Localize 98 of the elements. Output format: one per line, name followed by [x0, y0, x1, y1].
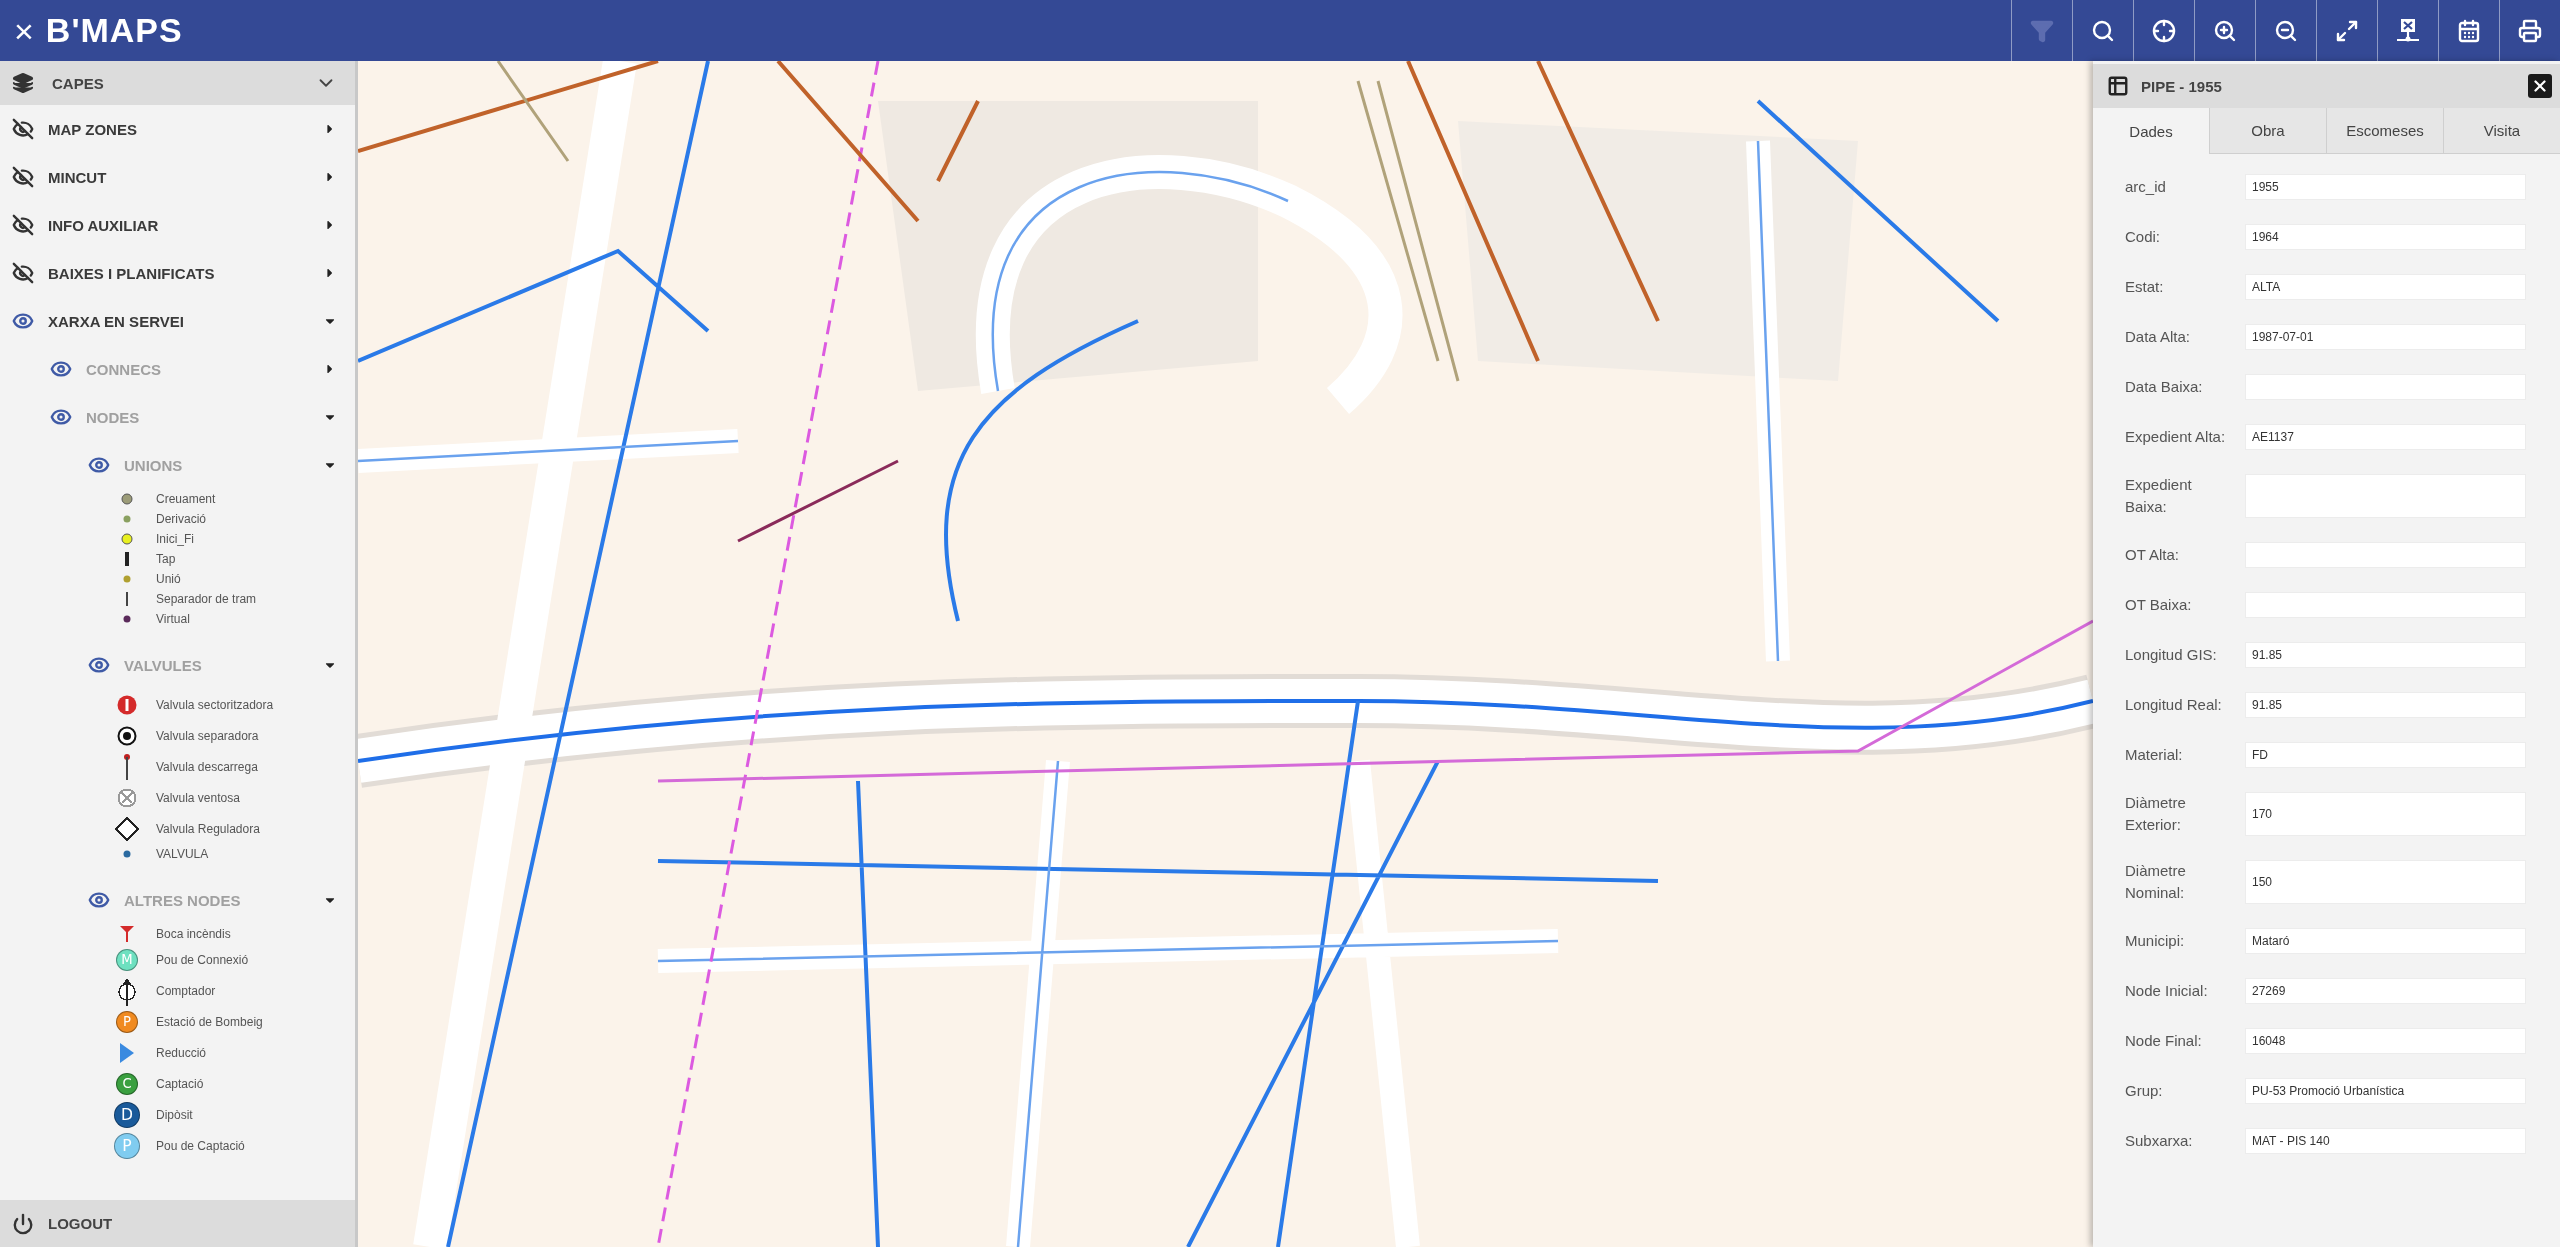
input-field[interactable]: 150: [2245, 860, 2526, 904]
input-field[interactable]: 1964: [2245, 224, 2526, 250]
input-field[interactable]: 27269: [2245, 978, 2526, 1004]
logout-button[interactable]: LOGOUT: [0, 1200, 355, 1247]
letter-circle-icon: M: [116, 948, 138, 971]
tab[interactable]: Dades: [2093, 108, 2209, 154]
legend-label: Dipòsit: [156, 1107, 193, 1122]
section-header[interactable]: CAPES: [0, 61, 355, 105]
input-field[interactable]: 1955: [2245, 174, 2526, 200]
field-label: Grup:: [2125, 1081, 2164, 1101]
letter-circle-icon: C: [116, 1072, 138, 1095]
legend-label: Unió: [156, 572, 181, 586]
field-label: Diàmetre Nominal:: [2125, 861, 2187, 903]
field-label: Codi:: [2125, 227, 2162, 247]
eye-icon[interactable]: [88, 889, 110, 911]
logo: B'MAPS: [45, 11, 183, 50]
legend-label: Separador de tram: [156, 592, 257, 606]
layers-icon: [12, 72, 34, 94]
legend-label: VALVULA: [156, 847, 209, 861]
legend-label: Derivació: [156, 512, 206, 526]
legend-label: Pou de Captació: [156, 1138, 245, 1153]
calendar-icon: [2457, 18, 2481, 43]
legend-label: Creuament: [156, 492, 216, 506]
eye-icon[interactable]: [88, 654, 110, 676]
input-field[interactable]: 170: [2245, 792, 2526, 836]
input-field[interactable]: AE1137: [2245, 424, 2526, 450]
layer-row[interactable]: BAIXES I PLANIFICATS: [0, 249, 355, 297]
table-icon: [2107, 75, 2129, 97]
layer-row[interactable]: MINCUT: [0, 153, 355, 201]
legend-label: Comptador: [156, 983, 216, 998]
letter-circle-icon: P: [116, 1010, 138, 1033]
field-label: Data Alta:: [2125, 327, 2192, 347]
legend-label: Valvula ventosa: [156, 790, 240, 805]
search-icon: [2091, 18, 2115, 43]
legend-label: Valvula Reguladora: [156, 821, 260, 836]
legend-label: Estació de Bombeig: [156, 1014, 263, 1029]
panel-title: PIPE - 1955: [2141, 77, 2223, 95]
crosshair-icon: [2152, 18, 2176, 43]
eye-off-icon[interactable]: [12, 118, 34, 140]
input-field[interactable]: 1987-07-01: [2245, 324, 2526, 350]
tab[interactable]: Escomeses: [2326, 108, 2443, 154]
field-label: Data Baixa:: [2125, 377, 2204, 397]
input-field[interactable]: FD: [2245, 742, 2526, 768]
legend-label: Virtual: [156, 612, 190, 626]
eye-icon[interactable]: [50, 358, 72, 380]
input-field[interactable]: Mataró: [2245, 928, 2526, 954]
expand-arrows-icon: [2335, 18, 2359, 43]
layer-row[interactable]: INFO AUXILIAR: [0, 201, 355, 249]
input-field[interactable]: ALTA: [2245, 274, 2526, 300]
field-label: Expedient Alta:: [2125, 427, 2227, 447]
field-label: Estat:: [2125, 277, 2165, 297]
eye-off-icon[interactable]: [12, 214, 34, 236]
letter-circle-icon: D: [114, 1101, 140, 1128]
printer-icon: [2518, 18, 2542, 43]
input-field[interactable]: PU-53 Promoció Urbanística: [2245, 1078, 2526, 1104]
layer-row[interactable]: MAP ZONES: [0, 105, 355, 153]
legend-label: Valvula separadora: [156, 728, 259, 743]
eye-off-icon[interactable]: [12, 262, 34, 284]
eye-icon[interactable]: [50, 406, 72, 428]
field-label: Node Final:: [2125, 1031, 2203, 1051]
input-field[interactable]: 16048: [2245, 1028, 2526, 1054]
filter-icon: [2030, 18, 2054, 43]
field-label: Diàmetre Exterior:: [2125, 793, 2187, 835]
power-icon: [12, 1212, 34, 1235]
letter-circle-icon: P: [114, 1132, 140, 1159]
legend-label: Boca incèndis: [156, 927, 231, 941]
legend-label: Captació: [156, 1076, 204, 1091]
tab[interactable]: Obra: [2209, 108, 2326, 154]
field-label: Material:: [2125, 745, 2184, 765]
field-label: Expedient Baixa:: [2125, 475, 2193, 517]
legend-label: Reducció: [156, 1045, 207, 1060]
field-label: Longitud Real:: [2125, 695, 2223, 715]
network-monitor-icon: [2395, 17, 2421, 44]
zoom-out-icon: [2274, 18, 2298, 43]
eye-icon[interactable]: [12, 310, 34, 332]
legend-label: Valvula sectoritzadora: [156, 697, 274, 712]
input-field[interactable]: MAT - PIS 140: [2245, 1128, 2526, 1154]
field-label: Node Inicial:: [2125, 981, 2209, 1001]
field-label: OT Baixa:: [2125, 595, 2193, 615]
legend-label: Valvula descarrega: [156, 759, 258, 774]
field-label: Longitud GIS:: [2125, 645, 2218, 665]
legend-label: Inici_Fi: [156, 532, 194, 546]
field-label: OT Alta:: [2125, 545, 2180, 565]
field-label: Municipi:: [2125, 931, 2186, 951]
legend-label: Tap: [156, 552, 176, 566]
close-icon: [2531, 77, 2549, 95]
close-button[interactable]: [2528, 74, 2552, 98]
close-button[interactable]: ×: [14, 13, 34, 48]
field-label: Subxarxa:: [2125, 1131, 2194, 1151]
eye-off-icon[interactable]: [12, 166, 34, 188]
layer-row[interactable]: XARXA EN SERVEI: [0, 297, 355, 345]
tab[interactable]: Visita: [2443, 108, 2560, 154]
eye-icon[interactable]: [88, 454, 110, 476]
input-field[interactable]: 91.85: [2245, 692, 2526, 718]
field-label: arc_id: [2125, 177, 2167, 197]
input-field[interactable]: 91.85: [2245, 642, 2526, 668]
zoom-in-icon: [2213, 18, 2237, 43]
legend-label: Pou de Connexió: [156, 952, 249, 967]
